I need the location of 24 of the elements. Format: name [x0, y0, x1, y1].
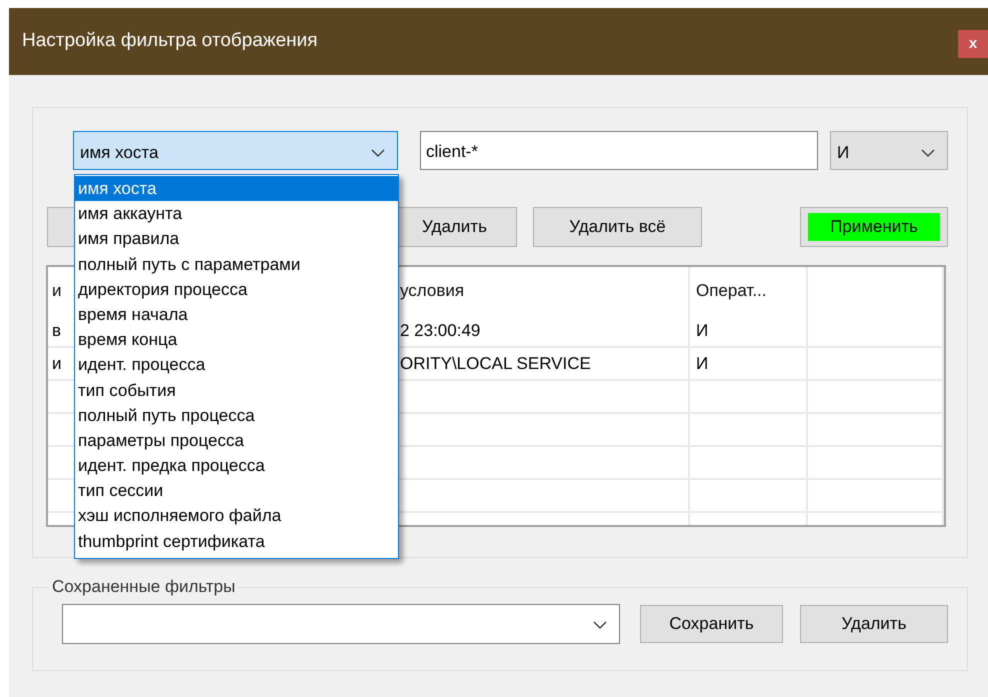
saved-filter-dropdown[interactable] [62, 604, 620, 644]
dropdown-option[interactable]: хэш исполняемого файла [75, 503, 398, 529]
table-cell: И [690, 348, 808, 381]
chevron-icon [593, 621, 607, 629]
dropdown-option[interactable]: тип сессии [75, 478, 398, 504]
dropdown-option[interactable]: параметры процесса [75, 428, 398, 454]
dropdown-option[interactable]: полный путь процесса [75, 402, 398, 428]
field-dropdown[interactable]: имя хоста [73, 131, 398, 170]
delete-button[interactable]: Удалить [800, 605, 948, 643]
chevron-icon [371, 148, 385, 156]
action-button[interactable]: Применить [800, 207, 948, 247]
action-button[interactable]: Удалить всё [533, 207, 702, 247]
operator-dropdown[interactable]: И [830, 131, 948, 170]
pattern-field[interactable]: client-* [420, 131, 818, 170]
close-button[interactable]: x [958, 30, 988, 58]
chevron-icon [921, 148, 935, 156]
dropdown-option[interactable]: имя хоста [75, 176, 398, 202]
dropdown-option[interactable]: thumbprint сертификата [75, 528, 398, 554]
save-button[interactable]: Сохранить [640, 605, 783, 643]
window-title: Настройка фильтра отображения [22, 30, 318, 52]
group-legend: Сохраненные фильтры [49, 577, 238, 597]
table-cell: И [690, 315, 808, 348]
column-header[interactable]: Операт... [690, 267, 808, 315]
dropdown-option[interactable]: идент. предка процесса [75, 453, 398, 478]
